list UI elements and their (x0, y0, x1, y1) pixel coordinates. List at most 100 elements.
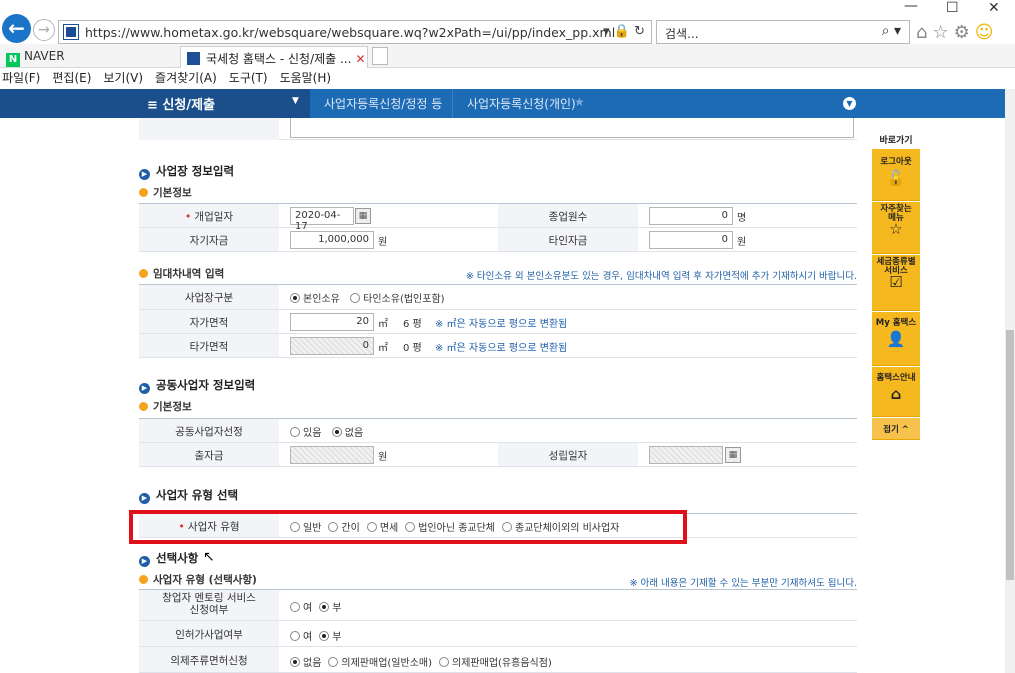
sub-bullet-icon (139, 188, 148, 197)
calendar-icon[interactable]: ▦ (355, 208, 371, 224)
menu-file[interactable]: 파일(F) (2, 68, 40, 89)
radio-liquor-bar[interactable]: 의제판매업(유흥음식점) (439, 654, 552, 669)
radio-icon[interactable] (290, 427, 300, 437)
menu-tools[interactable]: 도구(T) (229, 68, 268, 89)
radio-own[interactable]: 본인소유 (290, 290, 340, 305)
radio-liquor-none[interactable]: 없음 (290, 654, 321, 669)
quick-label: 홈택스안내 (876, 373, 916, 383)
radio-icon[interactable] (328, 657, 339, 667)
radio-label: 여 (303, 632, 313, 643)
home-icon[interactable]: ⌂ (916, 22, 932, 43)
breadcrumb-item-1[interactable]: 사업자등록신청/정정 등 (324, 95, 442, 112)
radio-icon[interactable] (350, 293, 361, 303)
quick-fold-button[interactable]: 접기 ^ (872, 418, 920, 440)
tab-hometax[interactable]: 국세청 홈택스 - 신청/제출 ... ✕ (180, 46, 368, 68)
page-nav-bar: ≡ 신청/제출 ▼ 사업자등록신청/정정 등 사업자등록신청(개인) ★ ▼ (0, 89, 1005, 118)
radio-other[interactable]: 타인소유(법인포함) (350, 290, 445, 305)
radio-icon[interactable] (331, 427, 342, 437)
radio-label: 부 (332, 603, 342, 614)
sub-title-text: 사업자 유형 (선택사항) (153, 574, 257, 586)
star-icon: ☆ (889, 220, 903, 238)
radio-joint-yes[interactable]: 있음 (290, 424, 321, 439)
radio-icon[interactable] (290, 631, 300, 641)
section-bullet-icon: ▶ (139, 383, 150, 394)
open-date-label: • 개업일자 (139, 204, 279, 227)
sub-title-text: 임대차내역 입력 (153, 268, 225, 280)
smiley-feedback-icon[interactable]: ☺ (975, 22, 999, 43)
back-arrow-icon[interactable]: ← (2, 14, 31, 43)
sub-bullet-icon (139, 269, 148, 278)
menu-favorites[interactable]: 즐겨찾기(A) (155, 68, 217, 89)
radio-permit-yes[interactable]: 여 (290, 628, 312, 643)
employees-input[interactable]: 0 (649, 207, 733, 225)
search-placeholder[interactable]: 검색... (665, 25, 699, 42)
quick-hometax-guide[interactable]: 홈택스안내 ⌂ (872, 367, 920, 417)
open-date-input[interactable]: 2020-04-17 (290, 207, 354, 232)
calendar-icon[interactable]: ▦ (725, 447, 741, 463)
quick-favorites[interactable]: 자주찾는 메뉴 ☆ (872, 202, 920, 254)
radio-icon[interactable] (439, 657, 450, 667)
quick-logout[interactable]: 로그아웃 🔓 (872, 149, 920, 201)
radio-icon[interactable] (319, 631, 330, 641)
settings-gear-icon[interactable]: ⚙ (954, 22, 975, 43)
other-capital-input[interactable]: 0 (649, 231, 733, 249)
scrollbar-thumb[interactable] (1006, 330, 1014, 580)
breadcrumb-item-2[interactable]: 사업자등록신청(개인) (467, 95, 576, 112)
radio-icon[interactable] (290, 657, 300, 667)
nav-dropdown-icon[interactable]: ▼ (292, 96, 299, 106)
browser-tab-row: N NAVER 국세청 홈택스 - 신청/제출 ... ✕ (0, 44, 1015, 68)
menu-help[interactable]: 도움말(H) (280, 68, 332, 89)
quick-my-hometax[interactable]: My 홈택스 👤 (872, 312, 920, 366)
sub-bullet-icon (139, 402, 148, 411)
own-capital-input[interactable]: 1,000,000 (290, 231, 374, 249)
search-box[interactable]: 검색... ⌕ ▾ (656, 20, 910, 44)
employees-unit: 명 (737, 213, 747, 224)
menu-view[interactable]: 보기(V) (103, 68, 143, 89)
radio-joint-no[interactable]: 없음 (331, 424, 364, 439)
section-options-title: ▶ 선택사항 (139, 550, 198, 567)
radio-icon[interactable] (290, 602, 300, 612)
other-capital-unit: 원 (737, 237, 747, 248)
table-row: 타가면적 0 ㎡ 0 평 ※ ㎡은 자동으로 평으로 변환됨 (139, 334, 857, 358)
breadcrumb-star-icon[interactable]: ★ (574, 95, 585, 109)
radio-label: 있음 (303, 428, 322, 439)
radio-liquor-retail[interactable]: 의제판매업(일반소매) (328, 654, 432, 669)
url-text[interactable]: https://www.hometax.go.kr/websquare/webs… (85, 25, 615, 40)
permit-label: 인허가사업여부 (139, 621, 279, 646)
radio-mentor-no[interactable]: 부 (319, 599, 341, 614)
close-window-button[interactable]: ✕ (988, 0, 1000, 16)
radio-icon[interactable] (319, 602, 330, 612)
maximize-button[interactable]: ☐ (946, 0, 959, 16)
browser-menu-bar: 파일(F) 편집(E) 보기(V) 즐겨찾기(A) 도구(T) 도움말(H) (0, 68, 1015, 89)
employees-label: 종업원수 (498, 204, 638, 227)
radio-permit-no[interactable]: 부 (319, 628, 341, 643)
new-tab-button[interactable] (372, 47, 388, 65)
tab-label: NAVER (24, 49, 65, 63)
menu-edit[interactable]: 편집(E) (52, 68, 91, 89)
minimize-button[interactable]: — (904, 0, 918, 14)
invest-input (290, 446, 374, 464)
quick-tax-services[interactable]: 세금종류별 서비스 ☑ (872, 255, 920, 311)
search-icon[interactable]: ⌕ ▾ (882, 23, 901, 39)
section-biz-type-title: ▶ 사업자 유형 선택 (139, 487, 238, 504)
nav-expand-icon[interactable]: ▼ (843, 97, 856, 110)
breadcrumb-divider (452, 89, 464, 118)
own-pyeong: 6 평 (403, 319, 422, 330)
radio-label: 없음 (344, 428, 364, 439)
area-unit: ㎡ (378, 319, 388, 330)
address-bar[interactable]: https://www.hometax.go.kr/websquare/webs… (58, 20, 652, 44)
close-tab-icon[interactable]: ✕ (355, 52, 365, 66)
nav-menu-button[interactable]: ≡ 신청/제출 (147, 94, 215, 113)
radio-icon[interactable] (290, 293, 300, 303)
forward-arrow-icon[interactable]: → (33, 19, 55, 41)
label-text: 개업일자 (194, 211, 234, 223)
area-unit: ㎡ (378, 343, 388, 354)
own-area-input[interactable]: 20 (290, 313, 374, 331)
tab-naver[interactable]: N NAVER (0, 46, 178, 68)
prev-textarea[interactable] (290, 118, 854, 138)
table-row: 사업장구분 본인소유 타인소유(법인포함) (139, 285, 857, 310)
radio-mentor-yes[interactable]: 여 (290, 599, 312, 614)
favorites-star-icon[interactable]: ☆ (932, 22, 953, 43)
lock-refresh-icons[interactable]: ▾ 🔒 ↻ (603, 24, 645, 39)
label-text: 창업자 멘토링 서비스 (162, 592, 256, 604)
